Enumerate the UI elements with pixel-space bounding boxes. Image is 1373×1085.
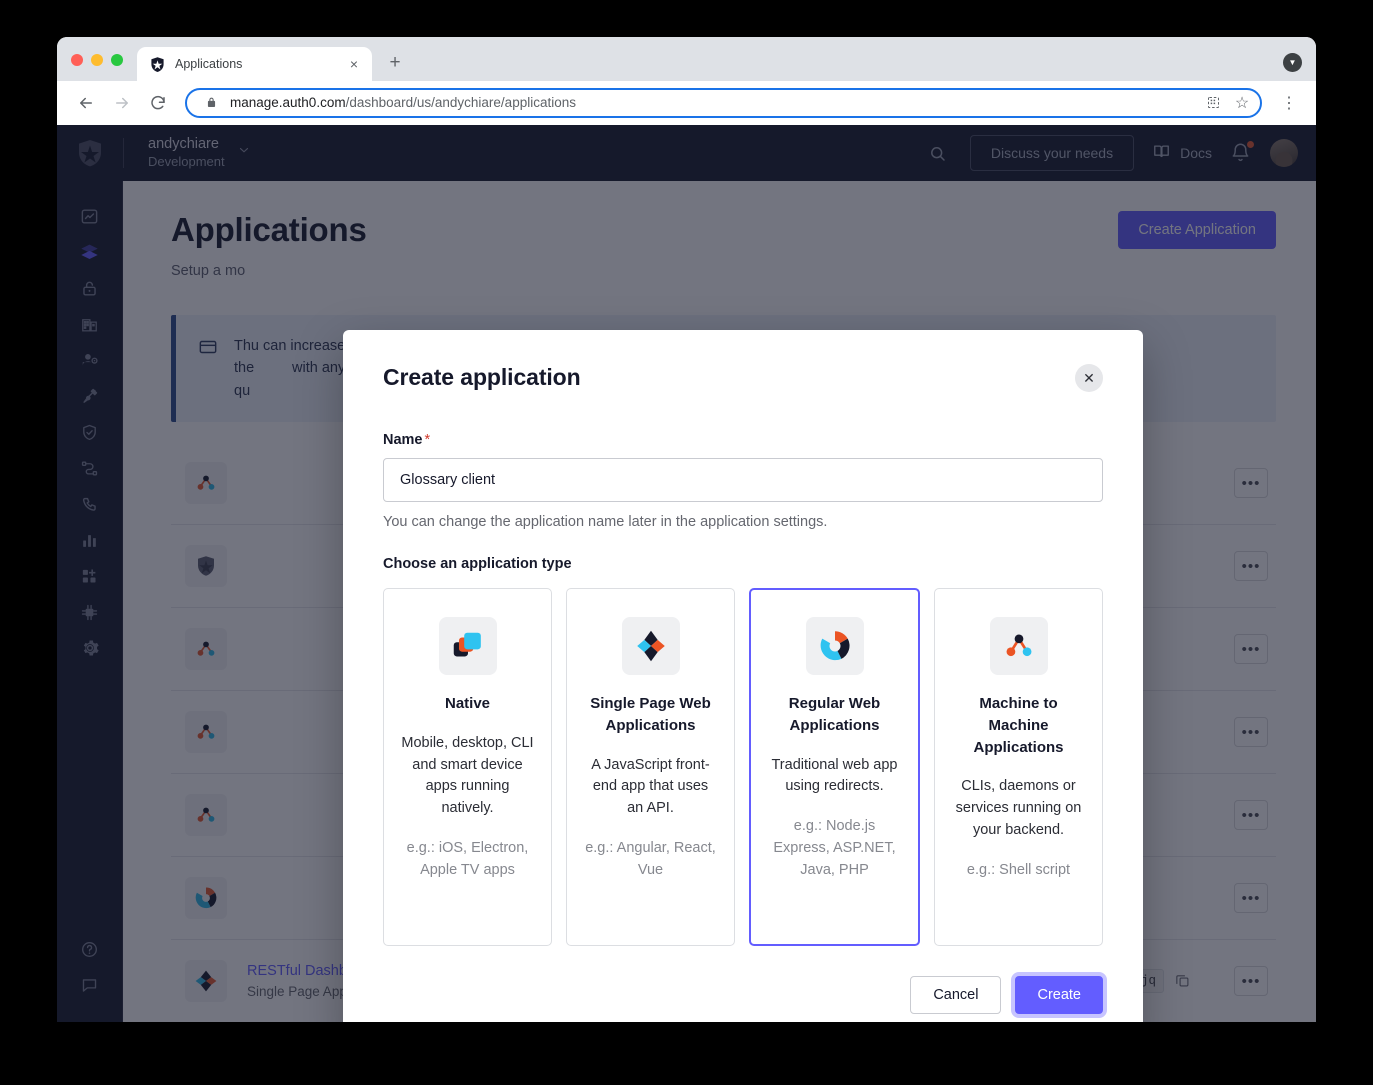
browser-tab-applications[interactable]: Applications × — [137, 47, 372, 81]
address-path: /dashboard/us/andychiare/applications — [345, 95, 576, 110]
app-type-card-spa[interactable]: Single Page Web Applications A JavaScrip… — [566, 588, 735, 946]
tabstrip-right-controls: ▼ — [1283, 53, 1302, 72]
address-bar[interactable]: manage.auth0.com/dashboard/us/andychiare… — [185, 87, 1262, 118]
modal-title: Create application — [383, 364, 581, 390]
browser-menu-button[interactable]: ⋮ — [1274, 88, 1304, 118]
required-marker: * — [424, 432, 431, 448]
name-field-help: You can change the application name late… — [383, 514, 828, 530]
card-description: Traditional web app using redirects. — [771, 756, 898, 795]
choose-application-type-label: Choose an application type — [383, 556, 572, 572]
card-title: Regular Web Applications — [788, 695, 881, 734]
download-chip-icon[interactable]: ▼ — [1283, 53, 1302, 72]
close-icon[interactable]: ✕ — [1075, 364, 1103, 392]
card-title: Native — [444, 695, 491, 712]
browser-tab-title: Applications — [175, 57, 243, 71]
browser-toolbar: manage.auth0.com/dashboard/us/andychiare… — [57, 81, 1316, 125]
card-title: Single Page Web Applications — [590, 695, 711, 734]
regular-web-app-icon — [805, 617, 864, 675]
card-examples: e.g.: Angular, React, Vue — [585, 839, 716, 878]
application-type-cards: Native Mobile, desktop, CLI and smart de… — [383, 588, 1103, 946]
card-examples: e.g.: Node.js Express, ASP.NET, Java, PH… — [773, 818, 896, 878]
modal-actions: Cancel Create — [910, 976, 1103, 1014]
card-description: CLIs, daemons or services running on you… — [955, 778, 1082, 838]
name-label-text: Name — [383, 432, 423, 448]
name-field-label: Name * — [383, 432, 1103, 448]
back-button[interactable] — [71, 88, 101, 118]
browser-window: Applications × + ▼ manage.auth0.com/dash… — [57, 37, 1316, 1022]
auth0-shield-icon — [149, 56, 166, 73]
modal-header: Create application ✕ — [383, 364, 1103, 392]
bookmark-star-icon[interactable]: ☆ — [1232, 93, 1252, 113]
application-name-input[interactable] — [383, 458, 1103, 502]
maximize-window-button[interactable] — [111, 54, 123, 66]
lock-icon — [201, 93, 221, 113]
address-host: manage.auth0.com — [230, 95, 346, 110]
card-description: A JavaScript front-end app that uses an … — [591, 756, 710, 817]
app-type-card-regular-web[interactable]: Regular Web Applications Traditional web… — [749, 588, 920, 946]
window-traffic-lights — [71, 54, 123, 81]
card-examples: e.g.: Shell script — [966, 861, 1071, 878]
native-app-icon — [438, 617, 497, 675]
new-tab-button[interactable]: + — [381, 49, 409, 77]
cancel-button[interactable]: Cancel — [910, 976, 1002, 1014]
auth0-dashboard: andychiare Development Discuss your need… — [57, 125, 1316, 1022]
create-button[interactable]: Create — [1015, 976, 1103, 1014]
m2m-app-icon — [989, 617, 1048, 675]
spa-app-icon — [621, 617, 680, 675]
card-title: Machine to Machine Applications — [973, 695, 1064, 756]
address-bar-url: manage.auth0.com/dashboard/us/andychiare… — [230, 95, 1194, 110]
browser-tabstrip: Applications × + ▼ — [57, 37, 1316, 81]
reload-button[interactable] — [143, 88, 173, 118]
close-icon[interactable]: × — [345, 55, 363, 73]
close-window-button[interactable] — [71, 54, 83, 66]
create-application-modal: Create application ✕ Name* You can chang… — [343, 330, 1143, 1022]
app-type-card-m2m[interactable]: Machine to Machine Applications CLIs, da… — [934, 588, 1103, 946]
card-description: Mobile, desktop, CLI and smart device ap… — [401, 734, 534, 816]
card-examples: e.g.: iOS, Electron, Apple TV apps — [406, 839, 529, 878]
qr-code-icon[interactable] — [1203, 93, 1223, 113]
forward-button[interactable] — [107, 88, 137, 118]
minimize-window-button[interactable] — [91, 54, 103, 66]
app-type-card-native[interactable]: Native Mobile, desktop, CLI and smart de… — [383, 588, 552, 946]
